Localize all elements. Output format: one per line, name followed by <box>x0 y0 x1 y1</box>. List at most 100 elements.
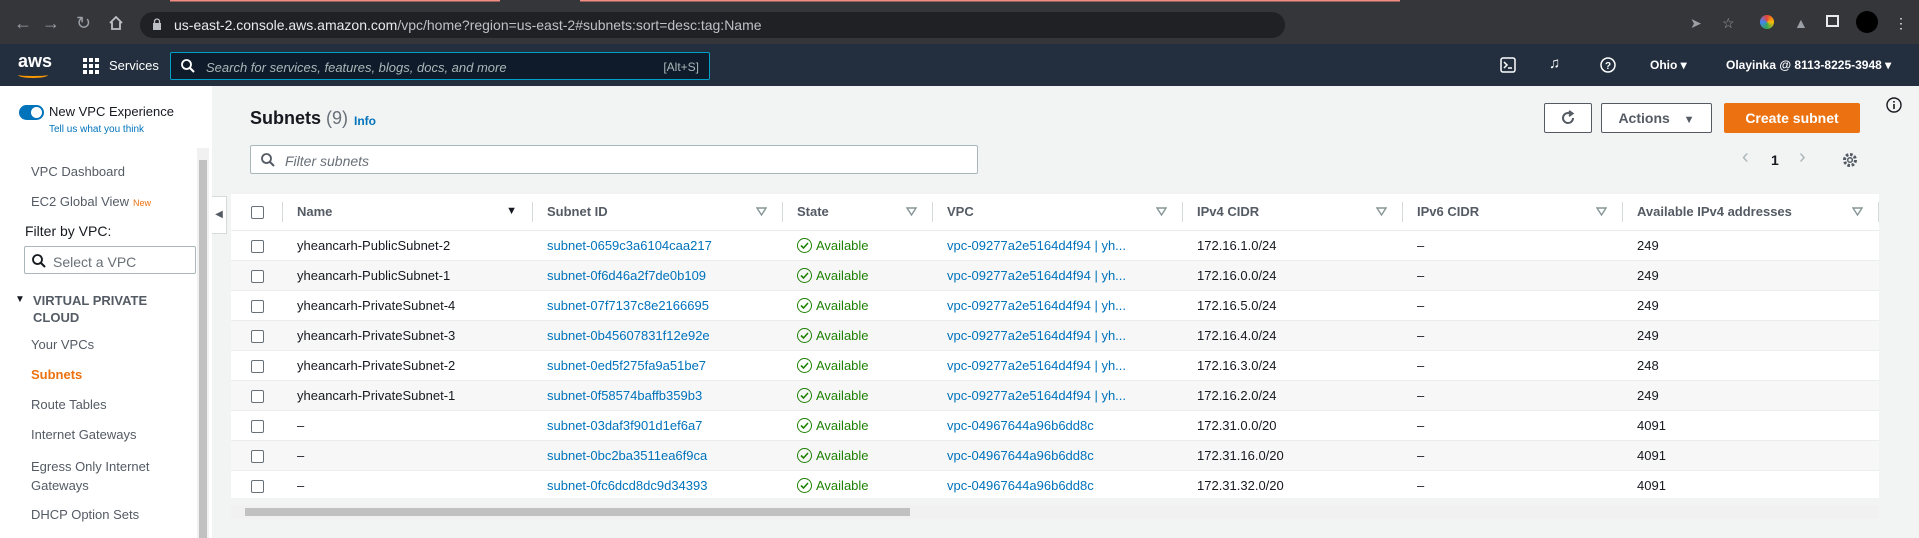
account-menu[interactable]: Olayinka @ 8113-8225-3948 ▾ <box>1726 58 1891 72</box>
table-row[interactable]: – subnet-03daf3f901d1ef6a7 Available vpc… <box>231 410 1879 441</box>
settings-gear-icon[interactable] <box>1842 152 1858 168</box>
sort-icon[interactable] <box>756 207 767 216</box>
subnet-id-link[interactable]: subnet-0fc6dcd8dc9d34393 <box>533 470 783 498</box>
vpc-link[interactable]: vpc-04967644a96b6dd8c <box>933 410 1183 441</box>
services-grid-icon[interactable] <box>83 58 99 74</box>
color-extension-icon[interactable] <box>1760 15 1774 29</box>
reload-icon[interactable]: ↻ <box>76 14 91 32</box>
vpc-filter-select[interactable]: Select a VPC <box>24 246 196 274</box>
share-icon[interactable]: ➤ <box>1690 15 1702 32</box>
row-checkbox[interactable] <box>251 329 264 343</box>
vpc-link[interactable]: vpc-09277a2e5164d4f94 | yh... <box>933 320 1183 351</box>
sidebar-item-route-tables[interactable]: Route Tables <box>31 397 107 412</box>
vpc-link[interactable]: vpc-09277a2e5164d4f94 | yh... <box>933 350 1183 381</box>
row-checkbox[interactable] <box>251 449 264 463</box>
collapse-sidebar-button[interactable]: ◀ <box>212 196 227 234</box>
notifications-bell-icon[interactable]: ♫ <box>1549 55 1560 72</box>
sidebar-item-subnets[interactable]: Subnets <box>31 367 82 382</box>
column-header-available-ipv4[interactable]: Available IPv4 addresses <box>1623 194 1879 231</box>
bookmark-star-icon[interactable]: ☆ <box>1722 15 1735 32</box>
filter-subnets-input[interactable]: Filter subnets <box>250 145 978 174</box>
vpc-link[interactable]: vpc-09277a2e5164d4f94 | yh... <box>933 230 1183 261</box>
create-subnet-button[interactable]: Create subnet <box>1724 103 1860 133</box>
column-header-vpc[interactable]: VPC <box>933 194 1183 231</box>
column-header-ipv6-cidr[interactable]: IPv6 CIDR <box>1403 194 1623 231</box>
table-row[interactable]: – subnet-0bc2ba3511ea6f9ca Available vpc… <box>231 440 1879 471</box>
region-selector[interactable]: Ohio ▾ <box>1650 58 1687 72</box>
column-header-state[interactable]: State <box>783 194 933 231</box>
vpc-link[interactable]: vpc-09277a2e5164d4f94 | yh... <box>933 380 1183 411</box>
vpc-link[interactable]: vpc-04967644a96b6dd8c <box>933 470 1183 498</box>
actions-dropdown[interactable]: Actions ▼ <box>1601 103 1712 133</box>
page-number[interactable]: 1 <box>1771 152 1779 168</box>
section-title-vpc[interactable]: VIRTUAL PRIVATE CLOUD <box>33 292 163 326</box>
state-cell: Available <box>783 290 933 321</box>
subnet-id-link[interactable]: subnet-03daf3f901d1ef6a7 <box>533 410 783 441</box>
vpc-link[interactable]: vpc-04967644a96b6dd8c <box>933 440 1183 471</box>
services-menu[interactable]: Services <box>109 58 159 73</box>
vpc-link[interactable]: vpc-09277a2e5164d4f94 | yh... <box>933 260 1183 291</box>
extensions-puzzle-icon[interactable]: ▲ <box>1794 15 1808 31</box>
sort-icon[interactable] <box>906 207 917 216</box>
table-row[interactable]: yheancarh-PrivateSubnet-3 subnet-0b45607… <box>231 320 1879 351</box>
row-checkbox[interactable] <box>251 239 264 253</box>
table-row[interactable]: yheancarh-PrivateSubnet-2 subnet-0ed5f27… <box>231 350 1879 381</box>
sidebar-item-your-vpcs[interactable]: Your VPCs <box>31 337 94 352</box>
sort-icon[interactable] <box>1376 207 1387 216</box>
new-vpc-experience-toggle[interactable] <box>19 105 44 120</box>
subnet-id-link[interactable]: subnet-0b45607831f12e92e <box>533 320 783 351</box>
info-link[interactable]: Info <box>354 114 376 128</box>
sidebar-item-dhcp-option-sets[interactable]: DHCP Option Sets <box>31 507 139 522</box>
cloudshell-icon[interactable] <box>1500 57 1516 73</box>
sidebar-item-ec2-global-view[interactable]: EC2 Global View New <box>31 194 151 209</box>
column-header-ipv4-cidr[interactable]: IPv4 CIDR <box>1183 194 1403 231</box>
profile-avatar[interactable] <box>1856 11 1878 33</box>
sort-icon[interactable] <box>1852 207 1863 216</box>
table-horizontal-scrollbar[interactable] <box>231 505 1879 519</box>
back-icon[interactable]: ← <box>14 14 32 32</box>
row-checkbox[interactable] <box>251 389 264 403</box>
subnet-id-link[interactable]: subnet-07f7137c8e2166695 <box>533 290 783 321</box>
row-checkbox[interactable] <box>251 359 264 373</box>
forward-icon[interactable]: → <box>42 14 60 32</box>
row-checkbox[interactable] <box>251 479 264 493</box>
caret-down-icon[interactable]: ▼ <box>15 294 25 305</box>
subnet-id-link[interactable]: subnet-0bc2ba3511ea6f9ca <box>533 440 783 471</box>
sidebar-scrollbar[interactable] <box>197 148 209 538</box>
available-ipv4: 4091 <box>1623 410 1879 441</box>
table-row[interactable]: yheancarh-PublicSubnet-1 subnet-0f6d46a2… <box>231 260 1879 291</box>
address-bar[interactable]: us-east-2.console.aws.amazon.com/vpc/hom… <box>140 12 1285 38</box>
previous-page-icon[interactable]: ‹ <box>1742 146 1749 169</box>
side-panel-icon[interactable] <box>1826 15 1839 27</box>
row-checkbox[interactable] <box>251 299 264 313</box>
sort-desc-icon[interactable]: ▼ <box>506 205 517 217</box>
row-checkbox[interactable] <box>251 269 264 283</box>
home-icon[interactable] <box>108 15 124 31</box>
console-search-input[interactable]: Search for services, features, blogs, do… <box>170 52 710 80</box>
sidebar-item-vpc-dashboard[interactable]: VPC Dashboard <box>31 164 125 179</box>
subnet-id-link[interactable]: subnet-0659c3a6104caa217 <box>533 230 783 261</box>
subnet-id-link[interactable]: subnet-0f6d46a2f7de0b109 <box>533 260 783 291</box>
aws-logo[interactable]: aws <box>18 51 52 78</box>
column-header-name[interactable]: Name ▼ <box>283 194 533 231</box>
table-row[interactable]: – subnet-0fc6dcd8dc9d34393 Available vpc… <box>231 470 1879 498</box>
refresh-button[interactable] <box>1544 103 1592 133</box>
browser-menu-icon[interactable]: ⋮ <box>1894 15 1908 32</box>
table-row[interactable]: yheancarh-PrivateSubnet-1 subnet-0f58574… <box>231 380 1879 411</box>
table-row[interactable]: yheancarh-PrivateSubnet-4 subnet-07f7137… <box>231 290 1879 321</box>
help-icon[interactable]: ? <box>1600 57 1616 73</box>
row-checkbox[interactable] <box>251 419 264 433</box>
help-panel-info-icon[interactable] <box>1886 97 1902 113</box>
subnet-id-link[interactable]: subnet-0ed5f275fa9a51be7 <box>533 350 783 381</box>
select-all-checkbox[interactable] <box>251 206 264 220</box>
sidebar-item-internet-gateways[interactable]: Internet Gateways <box>31 427 137 442</box>
next-page-icon[interactable]: › <box>1799 146 1806 169</box>
feedback-link[interactable]: Tell us what you think <box>49 124 144 135</box>
sidebar-item-egress-only-igw[interactable]: Egress Only Internet Gateways <box>31 457 181 495</box>
vpc-link[interactable]: vpc-09277a2e5164d4f94 | yh... <box>933 290 1183 321</box>
sort-icon[interactable] <box>1596 207 1607 216</box>
subnet-id-link[interactable]: subnet-0f58574baffb359b3 <box>533 380 783 411</box>
column-header-subnet-id[interactable]: Subnet ID <box>533 194 783 231</box>
sort-icon[interactable] <box>1156 207 1167 216</box>
table-row[interactable]: yheancarh-PublicSubnet-2 subnet-0659c3a6… <box>231 230 1879 261</box>
